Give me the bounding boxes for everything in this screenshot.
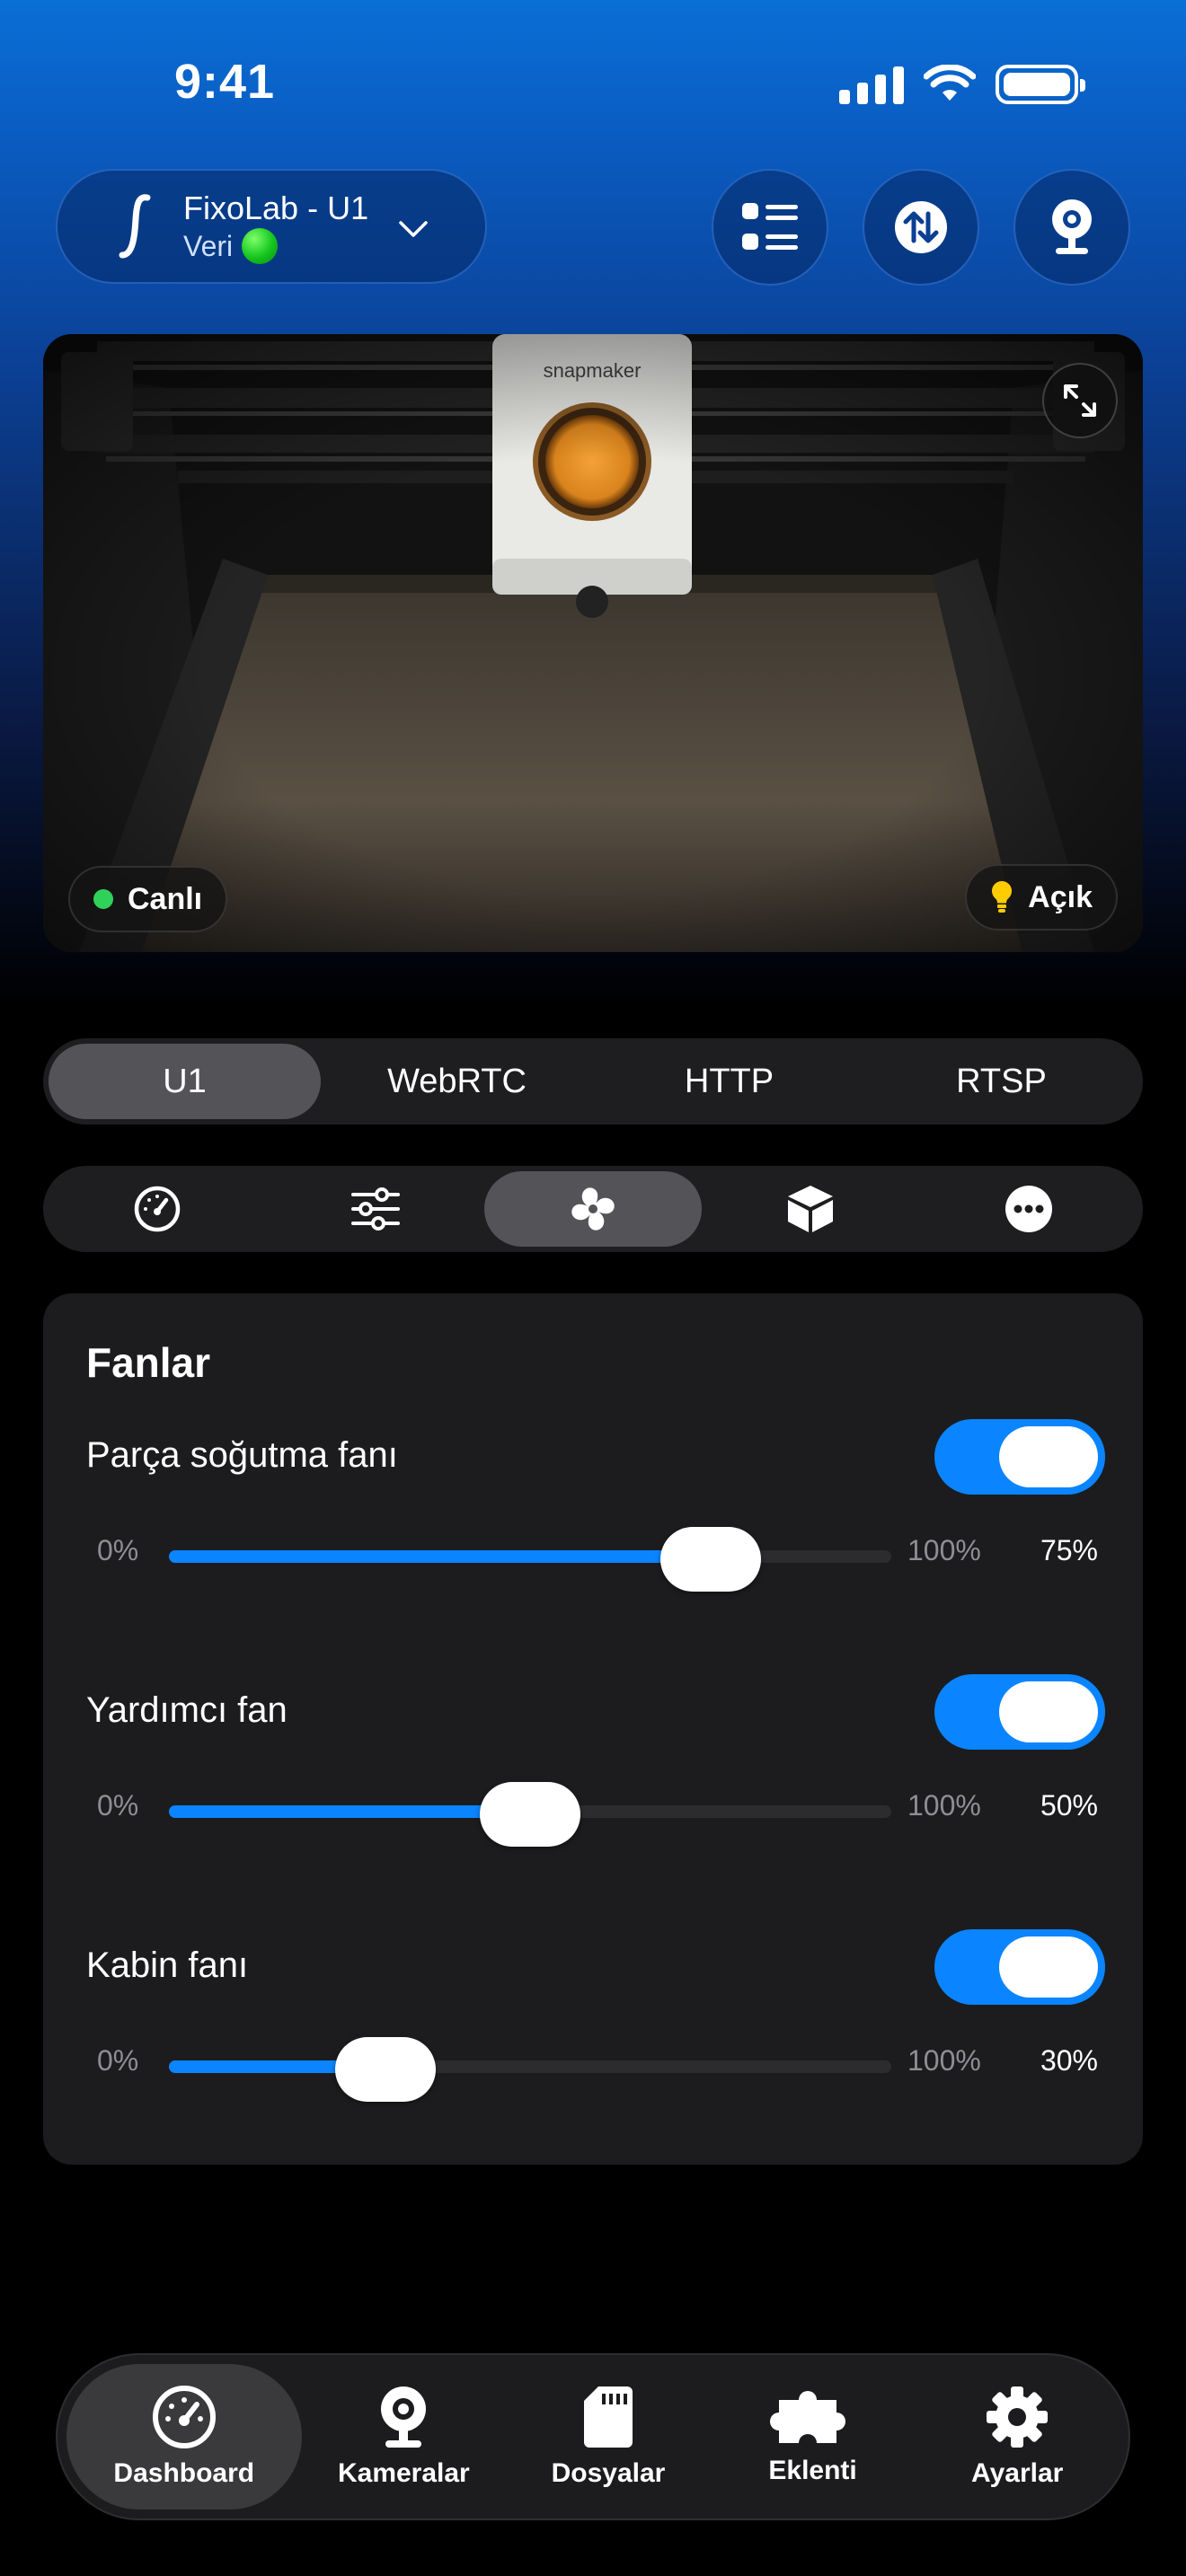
slider-min-label: 0%: [97, 1534, 139, 1566]
gauge-icon: [134, 1186, 181, 1232]
box-icon: [788, 1186, 834, 1232]
fan-value: 30%: [1040, 2044, 1098, 2077]
nav-label: Eklenti: [768, 2456, 857, 2485]
live-label: Canlı: [128, 881, 203, 916]
webcam-icon: [1052, 199, 1092, 254]
status-icons: [839, 65, 1085, 104]
fan-value: 50%: [1040, 1789, 1098, 1822]
nav-dashboard[interactable]: Dashboard: [66, 2364, 302, 2510]
wifi-icon: [924, 65, 976, 101]
tab-http[interactable]: HTTP: [593, 1044, 865, 1119]
transfer-icon: [895, 201, 947, 253]
sliders-icon: [350, 1187, 400, 1231]
printer-selector[interactable]: FixoLab - U1 Veri: [56, 169, 487, 284]
tab-rtsp[interactable]: RTSP: [865, 1044, 1137, 1119]
slider-fill: [169, 1805, 530, 1818]
gear-icon: [987, 2386, 1049, 2448]
status-indicator: [242, 228, 279, 264]
slider-min-label: 0%: [97, 2044, 139, 2077]
live-dot-icon: [93, 889, 113, 909]
fan-value: 75%: [1040, 1534, 1098, 1566]
camera-view[interactable]: snapmaker Canlı Açık: [43, 334, 1143, 952]
printer-name: FixoLab - U1: [183, 190, 369, 226]
slider-min-label: 0%: [97, 1789, 139, 1822]
list-button[interactable]: [712, 169, 828, 286]
printer-status-label: Veri: [183, 230, 234, 262]
transfer-button[interactable]: [863, 169, 979, 286]
fan-toggle[interactable]: [934, 1419, 1105, 1495]
slider-max-label: 100%: [907, 1789, 981, 1822]
puzzle-icon: [769, 2391, 845, 2443]
tab-fans[interactable]: [483, 1171, 703, 1247]
fullscreen-button[interactable]: [1042, 363, 1118, 438]
webcam-button[interactable]: [1013, 169, 1130, 286]
tab-box[interactable]: [702, 1171, 919, 1247]
camera-feed-image: snapmaker: [43, 334, 1143, 952]
fan-icon: [571, 1187, 615, 1231]
expand-icon: [1064, 384, 1096, 417]
nav-label: Dashboard: [113, 2458, 255, 2488]
lightbulb-icon: [992, 881, 1013, 913]
control-tabs: [43, 1166, 1143, 1252]
light-toggle[interactable]: Açık: [965, 864, 1118, 931]
nav-cameras[interactable]: Kameralar: [302, 2364, 507, 2510]
slider-max-label: 100%: [907, 2044, 981, 2077]
fan-row: Yardımcı fan 0% 100% 50%: [43, 1674, 1143, 1854]
nav-plugins[interactable]: Eklenti: [711, 2364, 916, 2510]
bottom-nav: Dashboard Kameralar Dosyalar Eklenti Aya…: [56, 2353, 1130, 2520]
live-badge: Canlı: [68, 866, 228, 932]
status-time: 9:41: [174, 55, 276, 109]
signal-icon: [839, 65, 904, 104]
fan-name: Kabin fanı: [86, 1945, 249, 1985]
camera-icon: [381, 2386, 427, 2448]
fan-row: Parça soğutma fanı 0% 100% 75%: [43, 1419, 1143, 1599]
fan-name: Yardımcı fan: [86, 1690, 288, 1730]
tab-more[interactable]: [920, 1171, 1137, 1247]
tab-webrtc[interactable]: WebRTC: [321, 1044, 593, 1119]
fan-row: Kabin fanı 0% 100% 30%: [43, 1929, 1143, 2109]
fans-title: Fanlar: [86, 1339, 211, 1386]
tab-gauge[interactable]: [49, 1171, 266, 1247]
slider-thumb[interactable]: [480, 1782, 580, 1847]
logo-icon: [119, 194, 151, 259]
fan-slider[interactable]: [169, 1550, 891, 1563]
nav-settings[interactable]: Ayarlar: [915, 2364, 1120, 2510]
nav-label: Dosyalar: [551, 2458, 666, 2488]
nav-label: Ayarlar: [971, 2458, 1064, 2488]
slider-fill: [169, 1550, 711, 1563]
battery-icon: [996, 65, 1085, 104]
fans-card: Fanlar Parça soğutma fanı 0% 100% 75% Ya…: [43, 1293, 1143, 2165]
sd-card-icon: [583, 2386, 633, 2448]
light-label: Açık: [1028, 879, 1093, 914]
fan-slider[interactable]: [169, 2060, 891, 2073]
slider-thumb[interactable]: [335, 2037, 437, 2102]
slider-max-label: 100%: [907, 1534, 981, 1566]
dashboard-icon: [152, 2386, 216, 2448]
nav-files[interactable]: Dosyalar: [506, 2364, 711, 2510]
slider-thumb[interactable]: [660, 1527, 761, 1592]
fan-toggle[interactable]: [934, 1929, 1105, 2005]
stream-type-selector: U1 WebRTC HTTP RTSP: [43, 1038, 1143, 1125]
tab-u1[interactable]: U1: [49, 1044, 321, 1119]
list-icon: [742, 203, 798, 250]
chevron-down-icon: [399, 221, 428, 237]
tab-sliders[interactable]: [266, 1171, 483, 1247]
more-icon: [1005, 1186, 1052, 1232]
fan-toggle[interactable]: [934, 1674, 1105, 1750]
nav-label: Kameralar: [337, 2458, 470, 2488]
fan-name: Parça soğutma fanı: [86, 1435, 398, 1475]
